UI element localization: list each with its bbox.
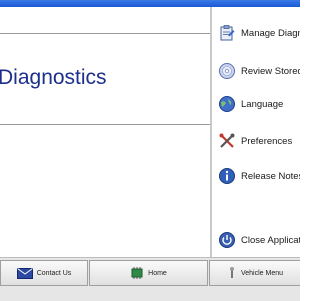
menu-item-label: Review Stored	[241, 65, 300, 77]
globe-icon	[219, 96, 235, 112]
chip-icon	[131, 267, 143, 279]
menu-item-release-notes[interactable]: Release Notes	[218, 165, 300, 187]
vehicle-menu-label: Vehicle Menu	[240, 269, 284, 277]
clipboard-icon	[220, 25, 235, 41]
side-menu: Manage Diagnostic Review Stored Language…	[212, 7, 300, 257]
home-button[interactable]: Home	[89, 260, 208, 286]
info-icon	[219, 168, 235, 184]
wrench-icon	[229, 267, 234, 278]
bottom-nav-bar: Contact Us Home Vehicle Menu	[0, 257, 300, 301]
menu-item-label: Preferences	[241, 135, 293, 147]
main-panel: Diagnostics	[0, 7, 210, 257]
menu-item-review-stored[interactable]: Review Stored	[218, 60, 300, 82]
contact-us-label: Contact Us	[36, 269, 72, 277]
tools-icon	[219, 133, 235, 148]
menu-item-label: Release Notes	[241, 170, 300, 182]
envelope-icon	[16, 267, 33, 279]
vehicle-menu-button[interactable]: Vehicle Menu	[209, 260, 300, 286]
menu-item-close-application[interactable]: Close Application	[218, 229, 300, 251]
menu-item-label: Language	[241, 98, 284, 110]
power-icon	[219, 232, 235, 248]
menu-item-label: Close Application	[241, 234, 300, 246]
page-title: Diagnostics	[0, 66, 107, 89]
home-label: Home	[148, 269, 167, 277]
menu-item-language[interactable]: Language	[218, 93, 300, 115]
window-titlebar	[0, 0, 300, 7]
menu-item-preferences[interactable]: Preferences	[218, 130, 300, 152]
top-divider	[0, 33, 210, 34]
disc-icon	[219, 63, 235, 79]
bottom-divider	[0, 124, 210, 125]
menu-item-label: Manage Diagnostic	[241, 27, 300, 39]
menu-item-manage-diagnostic[interactable]: Manage Diagnostic	[218, 22, 300, 44]
contact-us-button[interactable]: Contact Us	[0, 260, 88, 286]
